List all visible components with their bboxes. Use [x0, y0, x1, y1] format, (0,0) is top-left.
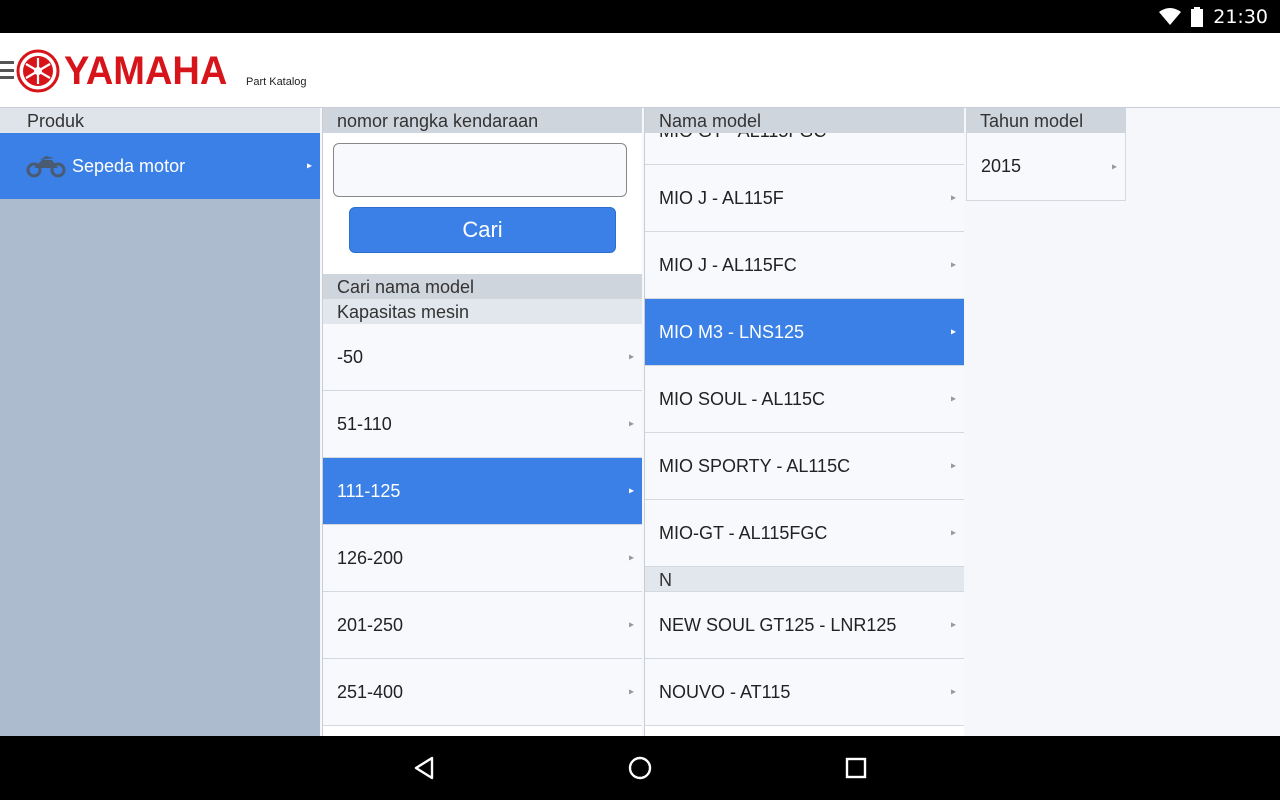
capacity-item[interactable]: 126-200 ▸: [323, 525, 642, 592]
model-item[interactable]: MIO SOUL - AL115C ▸: [645, 366, 964, 433]
clock: 21:30: [1213, 5, 1268, 28]
back-icon[interactable]: [410, 754, 438, 782]
model-item[interactable]: MIO J - AL115FC ▸: [645, 232, 964, 299]
section-header-n: N: [645, 567, 964, 592]
model-item[interactable]: MIO-GT - AL115FGC ▸: [645, 500, 964, 567]
model-name-header: Nama model: [645, 108, 964, 133]
model-item-selected[interactable]: MIO M3 - LNS125 ▸: [645, 299, 964, 366]
model-item-partial[interactable]: MIO GT - AL115FGC: [645, 133, 964, 165]
produk-item-label: Sepeda motor: [72, 155, 186, 176]
yamaha-emblem-icon: [16, 49, 60, 93]
frame-number-input[interactable]: [333, 143, 627, 197]
status-bar: 21:30: [0, 0, 1280, 33]
year-item[interactable]: 2015 ▸: [966, 133, 1126, 201]
chevron-right-icon: ▸: [628, 418, 634, 430]
chevron-right-icon: ▸: [628, 619, 634, 631]
capacity-item[interactable]: 201-250 ▸: [323, 592, 642, 659]
search-area: Cari: [323, 133, 642, 274]
motorcycle-icon: [26, 156, 66, 178]
content-area: Produk Sepeda motor ▸ nomor rangka kenda…: [0, 108, 1280, 736]
model-item[interactable]: NOUVO - AT115 ▸: [645, 659, 964, 726]
capacity-item-selected[interactable]: 111-125 ▸: [323, 458, 642, 525]
model-search-header: Cari nama model: [323, 274, 642, 299]
model-item[interactable]: MIO SPORTY - AL115C ▸: [645, 433, 964, 500]
chevron-right-icon: ▸: [950, 619, 956, 631]
recents-icon[interactable]: [842, 754, 870, 782]
chevron-right-icon: ▸: [628, 351, 634, 363]
search-column: nomor rangka kendaraan Cari Cari nama mo…: [322, 108, 642, 736]
chevron-right-icon: ▸: [306, 160, 312, 172]
chevron-right-icon: ▸: [950, 326, 956, 338]
chevron-right-icon: ▸: [628, 485, 634, 497]
chevron-right-icon: ▸: [950, 686, 956, 698]
chevron-right-icon: ▸: [950, 192, 956, 204]
model-column: Nama model MIO GT - AL115FGC MIO J - AL1…: [644, 108, 964, 736]
capacity-item[interactable]: 51-110 ▸: [323, 391, 642, 458]
brand-name: YAMAHA: [64, 48, 228, 93]
chevron-right-icon: ▸: [628, 552, 634, 564]
produk-item-sepeda-motor[interactable]: Sepeda motor ▸: [0, 133, 320, 199]
home-icon[interactable]: [626, 754, 654, 782]
capacity-list: -50 ▸ 51-110 ▸ 111-125 ▸ 126-200 ▸ 201-250 ▸ …: [323, 324, 642, 726]
menu-icon[interactable]: [0, 61, 14, 79]
chevron-right-icon: ▸: [1111, 161, 1117, 172]
year-column: Tahun model 2015 ▸: [966, 108, 1126, 201]
wifi-icon: [1159, 7, 1182, 25]
capacity-item[interactable]: 251-400 ▸: [323, 659, 642, 726]
navigation-bar: [0, 736, 1280, 800]
battery-icon: [1191, 6, 1204, 27]
chevron-right-icon: ▸: [950, 259, 956, 271]
status-icons: 21:30: [1159, 0, 1268, 33]
produk-column: Produk Sepeda motor ▸: [0, 108, 320, 736]
model-year-header: Tahun model: [966, 108, 1126, 133]
chevron-right-icon: ▸: [628, 686, 634, 698]
yamaha-logo: YAMAHA: [16, 47, 236, 95]
produk-header: Produk: [0, 108, 320, 133]
model-item[interactable]: MIO J - AL115F ▸: [645, 165, 964, 232]
search-button[interactable]: Cari: [349, 207, 616, 253]
app-bar: YAMAHA Part Katalog: [0, 33, 1280, 108]
app-subtitle: Part Katalog: [246, 76, 307, 88]
chevron-right-icon: ▸: [950, 393, 956, 405]
engine-capacity-header: Kapasitas mesin: [323, 299, 642, 324]
model-item[interactable]: NEW SOUL GT125 - LNR125 ▸: [645, 592, 964, 659]
chevron-right-icon: ▸: [950, 460, 956, 472]
chevron-right-icon: ▸: [950, 527, 956, 539]
frame-number-header: nomor rangka kendaraan: [323, 108, 642, 133]
capacity-item[interactable]: -50 ▸: [323, 324, 642, 391]
